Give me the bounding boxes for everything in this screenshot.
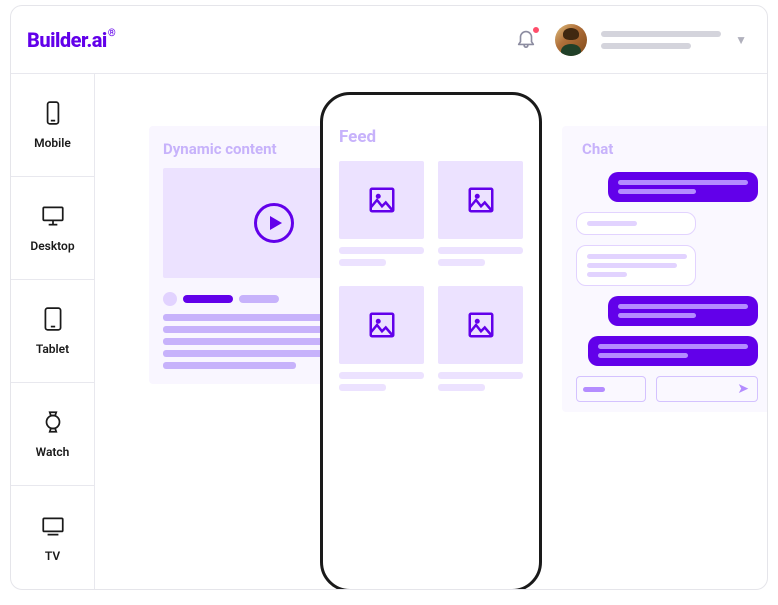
- chat-send-button[interactable]: ➤: [656, 376, 758, 402]
- image-icon: [466, 185, 496, 215]
- send-icon: ➤: [737, 381, 749, 397]
- mobile-icon: [40, 100, 66, 126]
- header: Builder.ai® ▼: [11, 6, 767, 74]
- user-name-placeholder: [601, 31, 721, 49]
- sidebar-item-label: TV: [45, 549, 60, 563]
- notifications-button[interactable]: [515, 27, 541, 53]
- brand-mark: ®: [108, 28, 115, 39]
- image-icon: [367, 185, 397, 215]
- feed-caption-placeholder: [339, 247, 424, 266]
- app-window: Builder.ai® ▼ Mobile Desktop: [10, 5, 768, 590]
- sidebar-item-mobile[interactable]: Mobile: [11, 74, 95, 177]
- tablet-icon: [40, 306, 66, 332]
- feed-caption-placeholder: [438, 372, 523, 391]
- chat-bubble-received: [588, 336, 758, 366]
- phone-preview: Feed: [320, 92, 542, 589]
- brand-name: Builder.ai: [27, 28, 107, 52]
- author-avatar-placeholder: [163, 292, 177, 306]
- image-icon: [466, 310, 496, 340]
- author-name-placeholder: [183, 295, 233, 303]
- desktop-icon: [40, 203, 66, 229]
- sidebar-item-label: Desktop: [30, 239, 74, 253]
- sidebar-item-tablet[interactable]: Tablet: [11, 280, 95, 383]
- feed-image-placeholder: [339, 161, 424, 239]
- sidebar-item-label: Tablet: [36, 342, 69, 356]
- feed-item[interactable]: [438, 286, 523, 401]
- sidebar-item-label: Mobile: [34, 136, 71, 150]
- header-actions: ▼: [515, 24, 747, 56]
- chat-bubble-sent: [576, 212, 696, 235]
- chat-input[interactable]: [576, 376, 646, 402]
- feed-item[interactable]: [339, 161, 424, 276]
- tv-icon: [40, 513, 66, 539]
- feed-image-placeholder: [438, 161, 523, 239]
- notification-badge: [531, 25, 541, 35]
- feed-caption-placeholder: [339, 372, 424, 391]
- card-title: Chat: [582, 140, 758, 158]
- screen-title: Feed: [339, 127, 523, 147]
- feed-item[interactable]: [438, 161, 523, 276]
- feed-image-placeholder: [438, 286, 523, 364]
- body: Mobile Desktop Tablet Watch TV: [11, 74, 767, 589]
- post-tag-placeholder: [239, 295, 279, 303]
- chat-input-row: ➤: [576, 376, 758, 402]
- feed-grid: [339, 161, 523, 401]
- chat-card: Chat ➤: [562, 126, 767, 412]
- brand-logo[interactable]: Builder.ai®: [27, 28, 115, 52]
- image-icon: [367, 310, 397, 340]
- feed-item[interactable]: [339, 286, 424, 401]
- chat-bubble-sent: [576, 245, 696, 286]
- sidebar-item-tv[interactable]: TV: [11, 486, 95, 589]
- preview-canvas: Dynamic content C: [95, 74, 767, 589]
- sidebar-item-watch[interactable]: Watch: [11, 383, 95, 486]
- user-menu-caret[interactable]: ▼: [735, 33, 747, 47]
- chat-bubble-received: [608, 296, 758, 326]
- chat-bubble-received: [608, 172, 758, 202]
- watch-icon: [40, 409, 66, 435]
- device-sidebar: Mobile Desktop Tablet Watch TV: [11, 74, 95, 589]
- feed-image-placeholder: [339, 286, 424, 364]
- sidebar-item-desktop[interactable]: Desktop: [11, 177, 95, 280]
- sidebar-item-label: Watch: [36, 445, 70, 459]
- avatar[interactable]: [555, 24, 587, 56]
- play-icon: [254, 203, 294, 243]
- feed-caption-placeholder: [438, 247, 523, 266]
